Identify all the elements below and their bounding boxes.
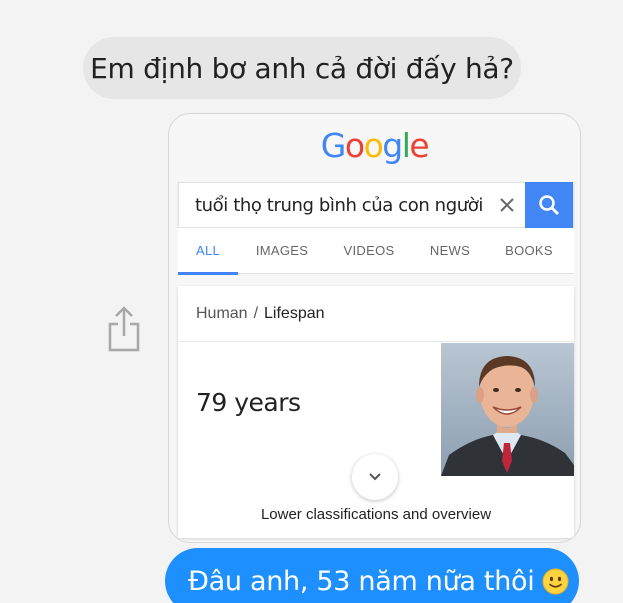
tab-all[interactable]: ALL (178, 228, 238, 275)
chevron-down-icon (369, 473, 381, 481)
outgoing-message-text: Đâu anh, 53 năm nữa thôi (188, 565, 535, 597)
outgoing-message-bubble[interactable]: Đâu anh, 53 năm nữa thôi (165, 548, 579, 603)
person-photo[interactable] (441, 343, 574, 476)
google-logo-letter: G (320, 126, 347, 165)
search-bar[interactable]: tuổi thọ trung bình của con người (178, 182, 574, 228)
tab-news[interactable]: NEWS (412, 228, 488, 274)
close-icon[interactable] (489, 182, 525, 228)
google-logo-letter: g (382, 126, 403, 165)
share-icon[interactable] (104, 304, 144, 352)
tab-books[interactable]: BOOKS (488, 228, 570, 274)
divider (178, 341, 574, 342)
tab-videos[interactable]: VIDEOS (326, 228, 412, 274)
tab-images[interactable]: IMAGES (238, 228, 326, 274)
slightly-smiling-face-emoji (542, 568, 569, 595)
google-logo-letter: o (344, 126, 365, 165)
search-icon (539, 195, 559, 215)
breadcrumb-separator: / (253, 305, 259, 322)
breadcrumb-lifespan: Lifespan (264, 305, 325, 322)
google-result-card[interactable]: Google tuổi thọ trung bình của con người… (168, 113, 581, 543)
incoming-message-text: Em định bơ anh cả đời đấy hả? (90, 51, 514, 85)
google-logo-text: Google (320, 126, 430, 165)
search-button[interactable] (525, 182, 573, 228)
knowledge-panel: Human / Lifespan 79 years Lower classifi… (178, 286, 574, 538)
answer-value: 79 years (196, 388, 301, 417)
lower-classifications-link[interactable]: Lower classifications and overview (178, 506, 574, 523)
google-logo-letter: o (363, 126, 384, 165)
search-input[interactable]: tuổi thọ trung bình của con người (179, 195, 489, 216)
search-tabs: ALL IMAGES VIDEOS NEWS BOOKS (178, 228, 574, 275)
google-logo-letter: e (409, 126, 429, 165)
breadcrumb: Human / Lifespan (196, 286, 325, 341)
expand-button[interactable] (352, 454, 398, 500)
google-logo: Google (169, 126, 580, 165)
incoming-message-bubble[interactable]: Em định bơ anh cả đời đấy hả? (83, 37, 521, 99)
breadcrumb-human[interactable]: Human (196, 305, 248, 322)
